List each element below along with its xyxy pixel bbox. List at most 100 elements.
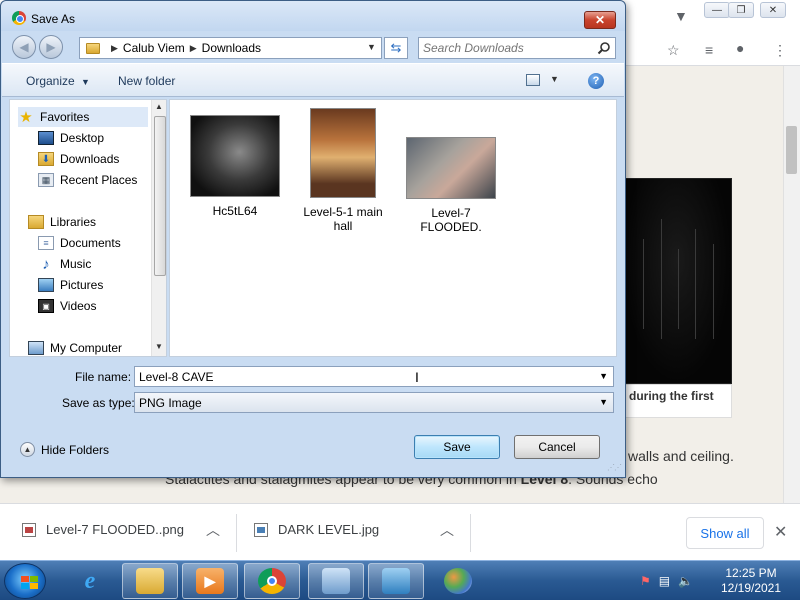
search-input[interactable] [423,40,593,56]
address-bar[interactable]: ▶ Calub Viem ▶ Downloads ▼ [79,37,382,59]
navigation-scrollbar[interactable]: ▲ ▼ [151,100,166,356]
documents-icon: ≡ [38,236,54,250]
breadcrumb-separator-icon[interactable]: ▶ [190,43,197,54]
sidebar-item-label: Recent Places [60,173,138,187]
sidebar-item-recent-places[interactable]: ▦ Recent Places [38,170,166,190]
sidebar-item-my-computer[interactable]: My Computer [28,338,166,356]
divider [470,514,471,552]
chrome-icon [12,11,26,25]
sidebar-item-label: Videos [60,299,97,313]
hide-folders-button[interactable]: ▲ Hide Folders [20,442,109,457]
chrome-button[interactable] [244,563,300,599]
file-item-hc5tl64[interactable]: Hc5tL64 [187,115,283,218]
sidebar-item-music[interactable]: ♪ Music [38,254,166,274]
photo-viewer-icon [382,568,410,594]
back-button[interactable]: ◀ [12,35,36,59]
organize-button[interactable]: Organize ▼ [26,74,90,88]
navigation-scrollbar-thumb[interactable] [154,116,166,276]
download-item-1[interactable]: Level-7 FLOODED..png [22,522,184,537]
download-item-label: DARK LEVEL.jpg [278,522,380,537]
computer-icon [28,341,44,355]
save-type-select[interactable]: PNG Image ▼ [134,392,614,413]
media-player-button[interactable]: ▶ [182,563,238,599]
bookmark-star-icon[interactable]: ☆ [667,42,680,59]
cancel-button[interactable]: Cancel [514,435,600,459]
folder-icon [86,42,100,54]
file-name: Hc5tL64 [212,204,258,218]
search-box[interactable] [418,37,616,59]
explorer-button[interactable] [122,563,178,599]
save-form: File name: ▼ Save as type: PNG Image ▼ ▲… [2,359,624,477]
sidebar-item-desktop[interactable]: Desktop [38,128,166,148]
sidebar-item-libraries[interactable]: Libraries [28,212,166,232]
refresh-button[interactable]: ⇆ [384,37,408,59]
windows-logo-icon [21,576,39,590]
filename-label: File name: [75,370,132,384]
paint-button[interactable] [430,563,486,599]
chevron-down-icon[interactable]: ▼ [599,371,608,381]
clock-date: 12/19/2021 [720,581,782,595]
view-options-icon[interactable] [526,74,540,86]
divider [236,514,237,552]
help-icon[interactable]: ? [588,73,604,89]
sidebar-item-label: Pictures [60,278,104,292]
dialog-close-button[interactable]: ✕ [584,11,616,29]
media-control-icon[interactable]: ≡ [705,42,713,58]
volume-icon[interactable]: 🔈 [678,574,693,588]
start-button[interactable] [4,563,46,599]
sidebar-item-downloads[interactable]: ⬇ Downloads [38,149,166,169]
internet-explorer-button[interactable]: e [62,563,118,599]
browser-menu-icon[interactable]: ⋮ [773,42,787,59]
sidebar-item-label: Libraries [50,215,97,229]
sidebar-item-videos[interactable]: ▣ Videos [38,296,166,316]
new-folder-button[interactable]: New folder [118,74,175,88]
photo-viewer-button[interactable] [368,563,424,599]
file-item-level-7[interactable]: Level-7 FLOODED. [403,137,499,234]
chevron-down-icon[interactable]: ▼ [550,74,559,84]
browser-close-button[interactable]: ✕ [760,2,786,18]
close-icon[interactable]: ✕ [774,522,787,542]
chevron-down-icon[interactable]: ▼ [367,42,376,52]
chevron-up-icon[interactable]: ︿ [206,520,220,540]
music-icon: ♪ [42,255,50,273]
breadcrumb-downloads[interactable]: Downloads [202,41,261,55]
sidebar-item-label: My Computer [50,341,123,355]
sidebar-item-label: Downloads [60,152,120,166]
download-shelf: Level-7 FLOODED..png ︿ DARK LEVEL.jpg ︿ … [0,503,800,560]
filename-field[interactable]: ▼ [134,366,614,387]
chevron-down-icon: ▼ [81,77,90,87]
folder-icon [136,568,164,594]
action-center-icon[interactable]: ⚑ [640,574,651,588]
show-all-button[interactable]: Show all [686,517,764,549]
resize-grip-icon[interactable]: ⋰⋰ [607,463,622,472]
png-file-icon [22,522,36,537]
breadcrumb-user[interactable]: Calub Viem [123,41,185,55]
sidebar-item-documents[interactable]: ≡ Documents [38,233,166,253]
control-panel-button[interactable] [308,563,364,599]
filename-input[interactable] [139,369,579,385]
breadcrumb-separator-icon[interactable]: ▶ [111,43,118,54]
dialog-titlebar[interactable]: Save As ✕ [1,1,625,31]
search-icon[interactable] [597,41,611,55]
save-button[interactable]: Save [414,435,500,459]
download-item-2[interactable]: DARK LEVEL.jpg [254,522,379,537]
page-scrollbar-thumb[interactable] [786,126,797,174]
minimize-button[interactable]: — [704,2,730,18]
libraries-icon [28,215,44,229]
restore-button[interactable]: ❐ [728,2,754,18]
clock[interactable]: 12:25 PM 12/19/2021 [716,566,786,596]
sidebar-item-pictures[interactable]: Pictures [38,275,166,295]
profile-menu-icon[interactable]: ▼ [674,8,688,24]
forward-button[interactable]: ▶ [39,35,63,59]
hide-folders-label: Hide Folders [41,442,110,457]
refresh-icon: ⇆ [390,40,402,55]
chevron-up-icon[interactable]: ︿ [440,520,454,540]
scroll-down-icon[interactable]: ▼ [155,342,163,351]
scroll-up-icon[interactable]: ▲ [155,102,163,111]
file-item-level-5-1[interactable]: Level-5-1 main hall [295,108,391,233]
file-thumbnail [406,137,496,199]
jpg-file-icon [254,522,268,537]
network-icon[interactable]: ▤ [659,574,670,588]
sidebar-item-favorites[interactable]: ★ Favorites [18,107,148,127]
account-avatar-icon[interactable]: ● [736,40,744,56]
